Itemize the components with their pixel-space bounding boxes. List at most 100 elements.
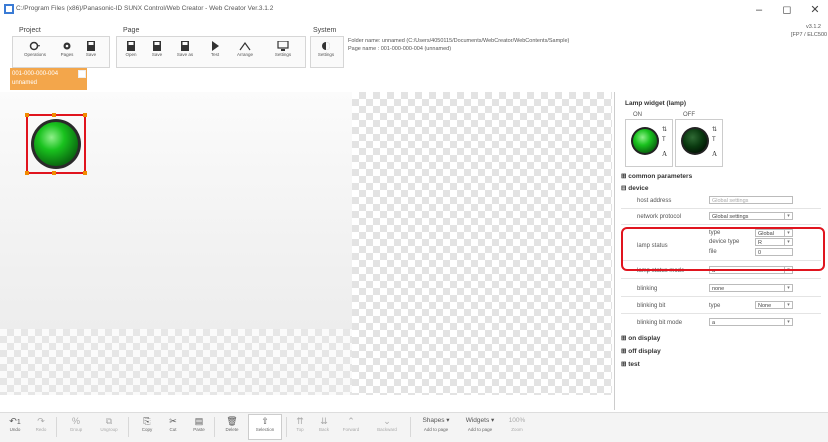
resize-handle[interactable] bbox=[25, 171, 29, 175]
forward-button[interactable]: ⌃ Forward bbox=[338, 415, 364, 439]
chevron-down-icon: ▾ bbox=[784, 302, 792, 308]
blinking-label: blinking bbox=[637, 286, 658, 292]
page-settings-button[interactable]: Settings bbox=[270, 39, 296, 63]
open-icon bbox=[127, 41, 135, 51]
play-icon bbox=[212, 41, 219, 51]
blinking-bit-type-label: type bbox=[709, 303, 721, 309]
pointer-icon: ⇧ bbox=[261, 416, 269, 426]
page-tab[interactable]: 001-000-000-004 unnamed bbox=[10, 68, 87, 90]
back-button[interactable]: ⇊ Back bbox=[314, 415, 334, 439]
backward-button[interactable]: ⌄ Backward bbox=[372, 415, 402, 439]
arrange-button[interactable]: Arrange bbox=[232, 39, 258, 63]
copy-icon: ⎘ bbox=[143, 416, 151, 426]
resize-handle[interactable] bbox=[52, 171, 56, 175]
chevron-down-icon: ▾ bbox=[784, 213, 792, 219]
redo-button[interactable]: ↷ Redo bbox=[30, 415, 52, 439]
close-button[interactable]: ✕ bbox=[804, 2, 826, 18]
group-button[interactable]: % Group bbox=[64, 415, 88, 439]
save-as-icon bbox=[181, 41, 189, 51]
arrange-icon bbox=[239, 41, 251, 51]
gear-icon bbox=[63, 42, 71, 50]
ungroup-button[interactable]: ⧉ Ungroup bbox=[96, 415, 122, 439]
cut-button[interactable]: ✂ Cut bbox=[162, 415, 184, 439]
lamp-widget-selected[interactable] bbox=[25, 113, 87, 175]
row-divider bbox=[621, 208, 821, 209]
chevron-down-icon: ▾ bbox=[784, 319, 792, 325]
on-preview[interactable]: ⇅ T A bbox=[625, 119, 673, 167]
chevron-down-icon: ⌄ bbox=[383, 416, 391, 426]
redo-icon: ↷ bbox=[37, 416, 45, 426]
off-preview[interactable]: ⇅ T A bbox=[675, 119, 723, 167]
top-button[interactable]: ⇈ Top bbox=[290, 415, 310, 439]
operations-button[interactable]: Operations bbox=[20, 39, 50, 63]
shape-icon: ⇅ bbox=[662, 127, 668, 133]
offpage-area-right bbox=[352, 92, 612, 395]
tab-close-icon[interactable] bbox=[78, 70, 86, 78]
open-button[interactable]: Open bbox=[120, 39, 142, 63]
section-common-parameters[interactable]: ⊞ common parameters bbox=[621, 172, 692, 180]
group-icon: % bbox=[71, 416, 80, 426]
row-divider bbox=[621, 224, 821, 225]
operations-icon bbox=[29, 41, 40, 51]
maximize-button[interactable]: ◻ bbox=[776, 2, 798, 18]
row-divider bbox=[621, 278, 821, 279]
app-icon bbox=[4, 4, 14, 14]
text-icon: T bbox=[712, 137, 716, 143]
page-group-label: Page bbox=[123, 27, 140, 34]
chevron-down-icon: ▾ bbox=[784, 285, 792, 291]
project-save-button[interactable]: Save bbox=[80, 39, 102, 63]
section-device[interactable]: ⊟ device bbox=[621, 184, 649, 192]
bring-to-top-icon: ⇈ bbox=[296, 416, 304, 426]
title-bar: C:/Program Files (x86)/Panasonic-ID SUNX… bbox=[0, 0, 828, 20]
resize-handle[interactable] bbox=[83, 113, 87, 117]
row-divider bbox=[621, 296, 821, 297]
cut-icon: ✂ bbox=[169, 416, 177, 426]
system-settings-button[interactable]: Settings bbox=[313, 39, 339, 63]
shapes-menu-button[interactable]: Shapes ▾ Add to page bbox=[416, 415, 456, 439]
minimize-button[interactable]: – bbox=[748, 2, 770, 18]
blinking-bit-mode-select[interactable]: a ▾ bbox=[709, 318, 793, 326]
toolbar-separator bbox=[128, 417, 129, 437]
copy-button[interactable]: ⎘ Copy bbox=[136, 415, 158, 439]
design-canvas[interactable] bbox=[0, 92, 612, 395]
system-group-label: System bbox=[313, 27, 337, 34]
paste-button[interactable]: ▤ Paste bbox=[188, 415, 210, 439]
delete-button[interactable]: 🗑 Delete bbox=[220, 415, 244, 439]
row-divider bbox=[621, 313, 821, 314]
host-address-field[interactable]: Global settings bbox=[709, 196, 793, 204]
font-icon: A bbox=[662, 150, 668, 158]
panel-title: Lamp widget (lamp) bbox=[625, 100, 687, 107]
section-on-display[interactable]: ⊞ on display bbox=[621, 334, 660, 342]
save-icon bbox=[153, 41, 161, 51]
pages-button[interactable]: Pages bbox=[56, 39, 78, 63]
toolbar-separator bbox=[286, 417, 287, 437]
ungroup-icon: ⧉ bbox=[105, 416, 113, 426]
selection-button[interactable]: ⇧ Selection bbox=[248, 414, 282, 440]
blinking-select[interactable]: none ▾ bbox=[709, 284, 793, 292]
section-test[interactable]: ⊞ test bbox=[621, 360, 640, 368]
font-icon: A bbox=[712, 150, 718, 158]
version-label: v3.1.2 bbox=[806, 24, 821, 30]
widgets-menu-button[interactable]: Widgets ▾ Add to page bbox=[460, 415, 500, 439]
resize-handle[interactable] bbox=[83, 171, 87, 175]
project-group-label: Project bbox=[19, 27, 41, 34]
blinking-bit-type-select[interactable]: None ▾ bbox=[755, 301, 793, 309]
on-label: ON bbox=[633, 112, 642, 118]
paste-icon: ▤ bbox=[194, 416, 204, 426]
undo-icon: ↶1 bbox=[9, 416, 21, 426]
network-protocol-select[interactable]: Global settings ▾ bbox=[709, 212, 793, 220]
text-icon: T bbox=[662, 137, 666, 143]
page-tab-id: 001-000-000-004 bbox=[12, 71, 59, 77]
section-off-display[interactable]: ⊞ off display bbox=[621, 347, 661, 355]
save-as-button[interactable]: Save as bbox=[174, 39, 196, 63]
offpage-area-bottom bbox=[0, 329, 352, 395]
monitor-icon bbox=[277, 41, 289, 51]
page-tab-name: unnamed bbox=[12, 80, 38, 86]
test-button[interactable]: Test bbox=[204, 39, 226, 63]
plc-model-label: [FP7 / ELC500 bbox=[791, 32, 828, 38]
resize-handle[interactable] bbox=[52, 113, 56, 117]
zoom-control[interactable]: 100% Zoom bbox=[504, 415, 530, 439]
resize-handle[interactable] bbox=[25, 113, 29, 117]
page-save-button[interactable]: Save bbox=[146, 39, 168, 63]
undo-button[interactable]: ↶1 Undo bbox=[4, 415, 26, 439]
